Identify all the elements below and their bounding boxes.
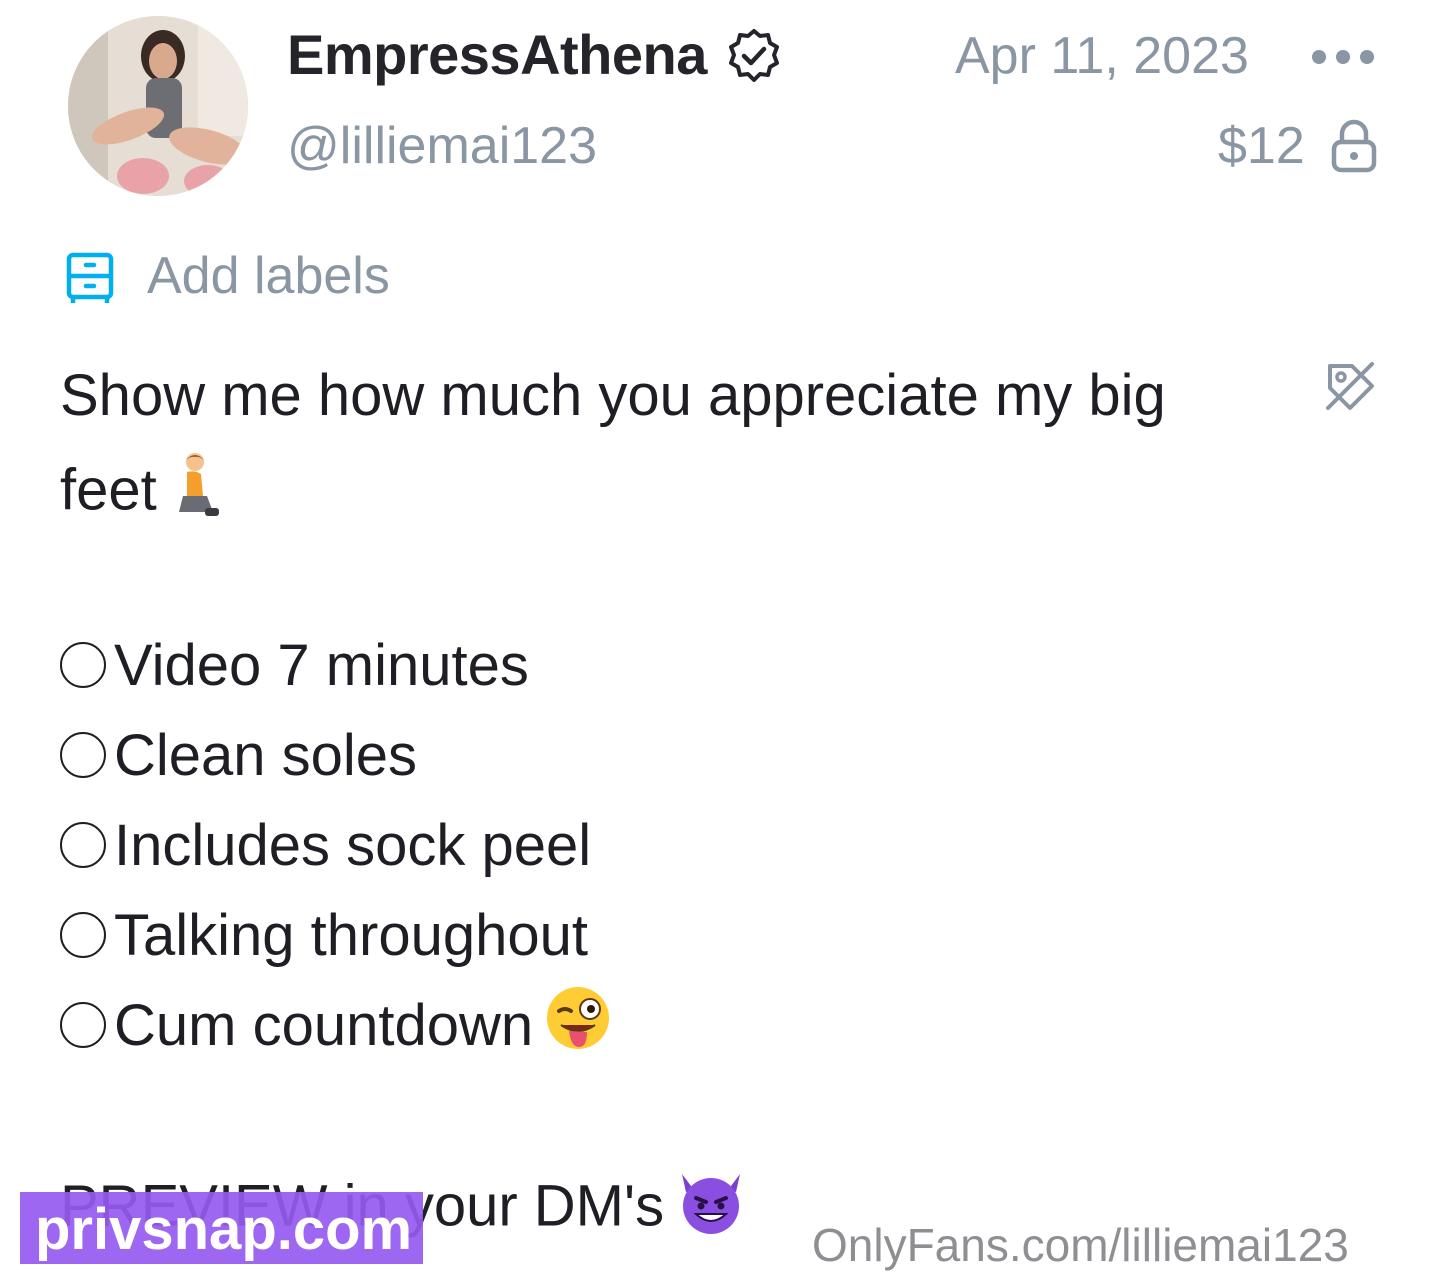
list-item-label: Cum countdown bbox=[114, 992, 534, 1058]
display-name[interactable]: EmpressAthena bbox=[287, 22, 707, 87]
username-handle[interactable]: @lilliemai123 bbox=[287, 116, 597, 176]
circle-bullet-icon bbox=[60, 1002, 106, 1048]
list-item: Cum countdown bbox=[60, 987, 611, 1060]
list-item-label: Includes sock peel bbox=[114, 812, 592, 878]
post-date: Apr 11, 2023 bbox=[955, 27, 1249, 85]
circle-bullet-icon bbox=[60, 642, 106, 688]
caption-text-line2: feet bbox=[60, 452, 223, 536]
list-item: Includes sock peel bbox=[60, 810, 591, 880]
source-url-watermark: OnlyFans.com/lilliemai123 bbox=[812, 1219, 1349, 1271]
add-labels-button[interactable]: Add labels bbox=[147, 246, 390, 306]
list-item: Clean soles bbox=[60, 720, 417, 790]
post-price: $12 bbox=[1218, 117, 1305, 175]
labels-icon[interactable] bbox=[64, 251, 116, 305]
caption-text-line1: Show me how much you appreciate my big bbox=[60, 362, 1166, 429]
avatar[interactable] bbox=[68, 16, 248, 196]
circle-bullet-icon bbox=[60, 912, 106, 958]
person-kneeling-emoji bbox=[169, 452, 223, 536]
verified-badge-icon bbox=[725, 27, 783, 85]
list-item-label: Talking throughout bbox=[114, 902, 588, 968]
more-dots-icon[interactable] bbox=[1310, 42, 1376, 72]
watermark-site: privsnap.com bbox=[35, 1197, 413, 1262]
list-item: Video 7 minutes bbox=[60, 630, 529, 700]
caption-line1: Show me how much you appreciate my big bbox=[60, 363, 1166, 428]
lock-icon bbox=[1330, 118, 1378, 174]
tag-off-icon[interactable] bbox=[1322, 358, 1378, 414]
circle-bullet-icon bbox=[60, 822, 106, 868]
list-item-label: Video 7 minutes bbox=[114, 632, 529, 698]
smiling-devil-emoji bbox=[676, 1170, 746, 1250]
winking-tongue-emoji bbox=[545, 985, 611, 1065]
list-item: Talking throughout bbox=[60, 900, 588, 970]
circle-bullet-icon bbox=[60, 732, 106, 778]
caption-line2: feet bbox=[60, 457, 157, 523]
list-item-label: Clean soles bbox=[114, 722, 418, 788]
